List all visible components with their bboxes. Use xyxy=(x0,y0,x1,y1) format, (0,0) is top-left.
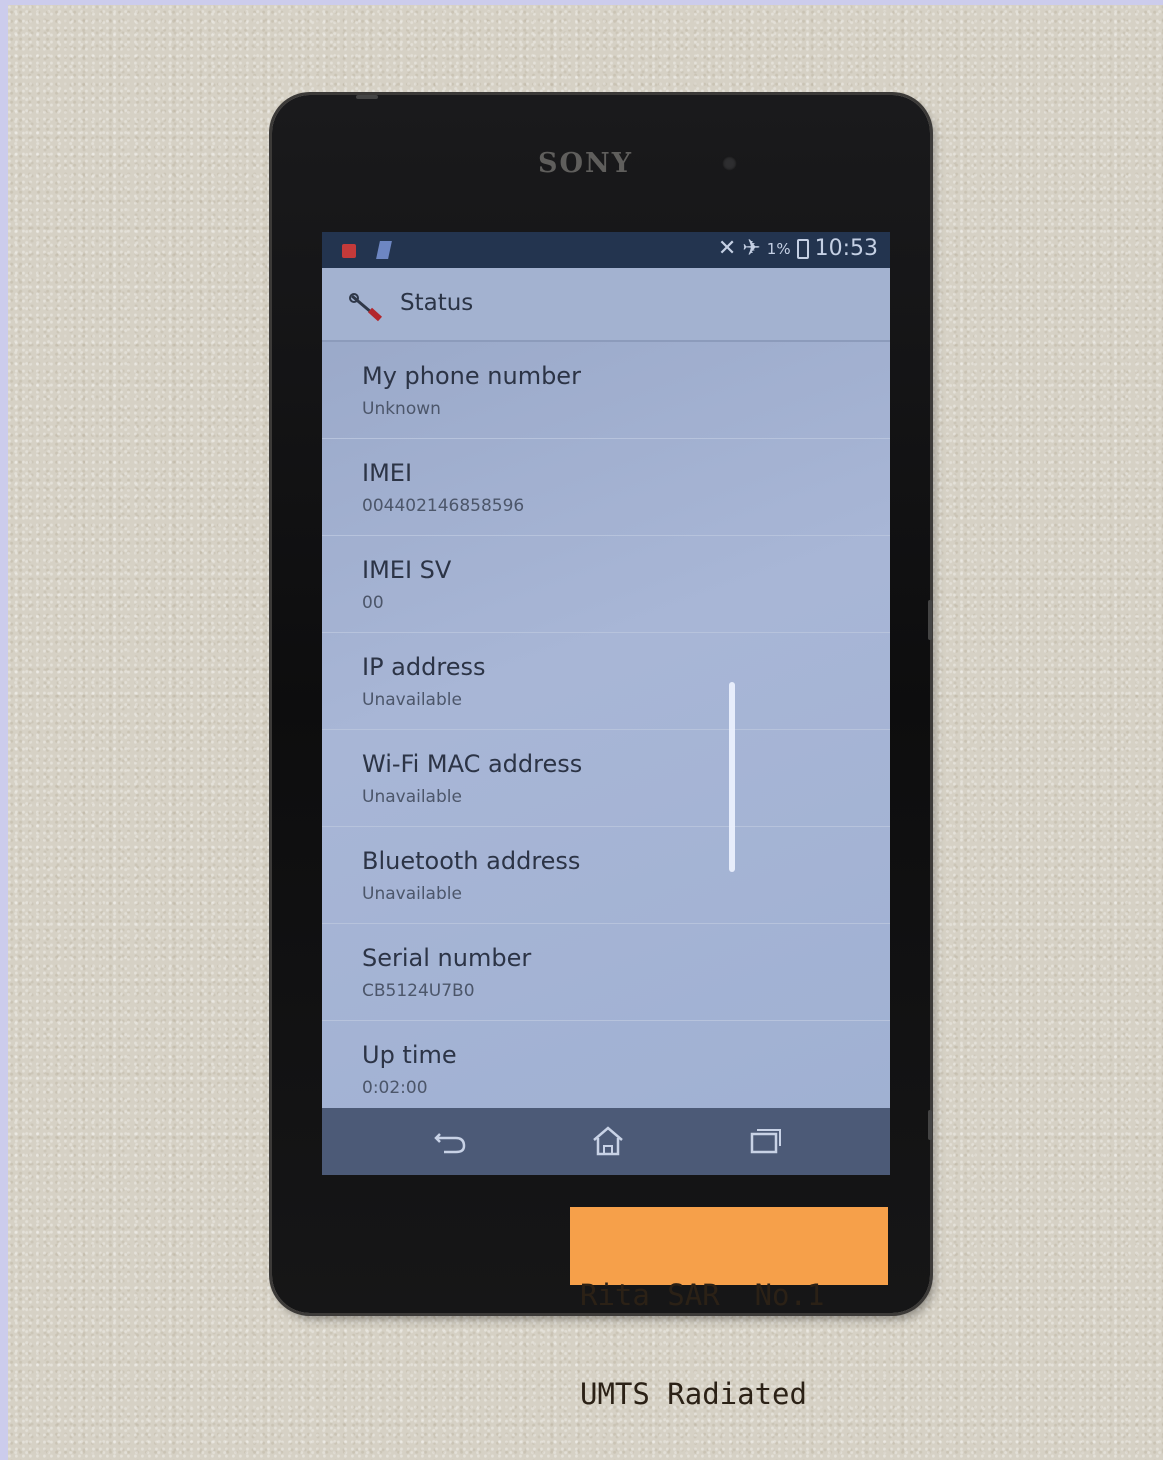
status-bar: ✕ ✈ 1% 10:53 xyxy=(322,232,890,268)
scrollbar[interactable] xyxy=(729,682,735,872)
item-value: 0:02:00 xyxy=(362,1078,428,1098)
status-list: My phone number Unknown IMEI 00440214685… xyxy=(322,342,890,1117)
settings-icon[interactable] xyxy=(348,292,386,322)
item-value: Unavailable xyxy=(362,690,462,710)
item-value: CB5124U7B0 xyxy=(362,981,475,1001)
list-item-phone-number[interactable]: My phone number Unknown xyxy=(322,342,890,439)
power-button xyxy=(356,95,378,99)
test-label-sticker: Rita SAR No.1 UMTS Radiated xyxy=(570,1207,888,1411)
brand-logo: SONY xyxy=(538,148,633,179)
notification-red-icon xyxy=(342,244,356,258)
item-title: My phone number xyxy=(362,362,581,390)
clock: 10:53 xyxy=(814,236,878,261)
list-item-bluetooth-address[interactable]: Bluetooth address Unavailable xyxy=(322,827,890,924)
navigation-bar xyxy=(322,1108,890,1175)
list-item-imei[interactable]: IMEI 004402146858596 xyxy=(322,439,890,536)
item-title: IP address xyxy=(362,653,486,681)
list-item-imei-sv[interactable]: IMEI SV 00 xyxy=(322,536,890,633)
item-title: IMEI SV xyxy=(362,556,452,584)
battery-icon xyxy=(796,238,809,259)
back-icon[interactable] xyxy=(430,1124,470,1158)
page-title: Status xyxy=(400,290,474,316)
item-title: Bluetooth address xyxy=(362,847,581,875)
list-item-up-time[interactable]: Up time 0:02:00 xyxy=(322,1021,890,1117)
battery-percent: 1% xyxy=(766,239,791,258)
item-title: Serial number xyxy=(362,944,532,972)
status-bar-right: ✕ ✈ 1% 10:53 xyxy=(718,236,878,261)
item-title: IMEI xyxy=(362,459,413,487)
volume-button xyxy=(928,600,932,640)
item-value: 00 xyxy=(362,593,384,613)
item-value: 004402146858596 xyxy=(362,496,525,516)
item-value: Unavailable xyxy=(362,884,462,904)
item-value: Unknown xyxy=(362,399,441,419)
front-camera xyxy=(722,156,737,171)
list-item-serial-number[interactable]: Serial number CB5124U7B0 xyxy=(322,924,890,1021)
phone-screen: ✕ ✈ 1% 10:53 Status My phone number Unkn… xyxy=(322,232,890,1175)
airplane-mode-icon: ✈ xyxy=(742,236,761,261)
sticker-line-2: UMTS Radiated xyxy=(580,1377,807,1411)
list-item-wifi-mac[interactable]: Wi-Fi MAC address Unavailable xyxy=(322,730,890,827)
item-title: Up time xyxy=(362,1041,457,1069)
home-icon[interactable] xyxy=(588,1124,628,1158)
action-bar: Status xyxy=(322,268,890,342)
recent-apps-icon[interactable] xyxy=(746,1124,786,1158)
side-button xyxy=(928,1110,932,1140)
item-value: Unavailable xyxy=(362,787,462,807)
list-item-ip-address[interactable]: IP address Unavailable xyxy=(322,633,890,730)
no-signal-icon: ✕ xyxy=(717,236,737,261)
notification-blue-icon xyxy=(376,241,392,259)
item-title: Wi-Fi MAC address xyxy=(362,750,583,778)
sticker-line-1: Rita SAR No.1 xyxy=(580,1278,825,1312)
